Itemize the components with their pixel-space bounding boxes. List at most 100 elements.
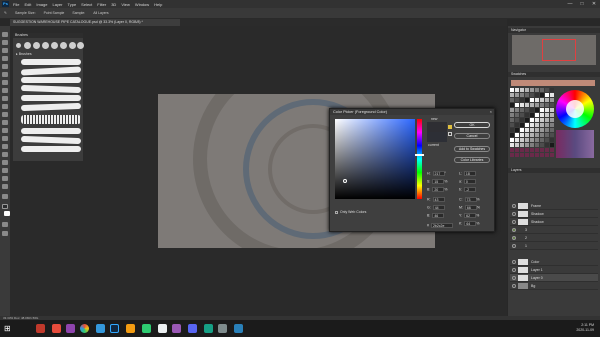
swatch[interactable] xyxy=(520,88,524,92)
swatch[interactable] xyxy=(550,123,554,127)
swatch[interactable] xyxy=(520,93,524,97)
layer-row[interactable]: Bg xyxy=(510,282,598,290)
visibility-eye-icon[interactable] xyxy=(512,244,516,249)
brush-tip[interactable] xyxy=(33,42,40,49)
swatch[interactable] xyxy=(525,108,529,112)
swatch[interactable] xyxy=(530,143,534,147)
layer-row-selected[interactable]: Layer 0 xyxy=(510,274,598,282)
taskbar-app-icon[interactable] xyxy=(66,324,75,333)
taskbar-app-icon[interactable] xyxy=(96,324,105,333)
layer-row[interactable]: Shadow xyxy=(510,218,598,226)
brushes-folder[interactable]: ▸ Brushes xyxy=(16,52,32,56)
layer-row[interactable]: 3 xyxy=(510,226,598,234)
visibility-eye-icon[interactable] xyxy=(512,212,516,217)
swatch[interactable] xyxy=(515,143,519,147)
marquee-tool-icon[interactable] xyxy=(2,40,8,45)
swatch[interactable] xyxy=(545,118,549,122)
current-color-preview[interactable] xyxy=(427,132,447,142)
layer-row[interactable]: Layer 1 xyxy=(510,266,598,274)
pen-tool-icon[interactable] xyxy=(2,144,8,149)
swatch[interactable] xyxy=(510,143,514,147)
swatch[interactable] xyxy=(540,93,544,97)
swatch[interactable] xyxy=(510,98,514,102)
swatch[interactable] xyxy=(535,138,539,142)
navigator-view-box[interactable] xyxy=(542,39,576,61)
swatch[interactable] xyxy=(520,148,524,152)
swatch[interactable] xyxy=(530,123,534,127)
eyedropper-icon[interactable]: ✎ xyxy=(4,11,7,15)
brush-stroke[interactable] xyxy=(21,77,81,83)
swatch[interactable] xyxy=(515,118,519,122)
brush-stroke[interactable] xyxy=(21,146,81,152)
swatch[interactable] xyxy=(535,123,539,127)
blur-tool-icon[interactable] xyxy=(2,128,8,133)
swatch[interactable] xyxy=(540,138,544,142)
swatch[interactable] xyxy=(540,113,544,117)
dialog-close-icon[interactable]: × xyxy=(490,109,492,114)
swatch[interactable] xyxy=(525,113,529,117)
swatch[interactable] xyxy=(540,108,544,112)
swatch[interactable] xyxy=(520,128,524,132)
visibility-eye-icon[interactable] xyxy=(512,260,516,265)
quick-select-tool-icon[interactable] xyxy=(2,56,8,61)
swatch[interactable] xyxy=(530,93,534,97)
color-picker-cursor[interactable] xyxy=(343,179,347,183)
brush-stroke[interactable] xyxy=(21,115,81,124)
swatch[interactable] xyxy=(515,113,519,117)
swatch[interactable] xyxy=(545,138,549,142)
swatch[interactable] xyxy=(515,123,519,127)
visibility-eye-icon[interactable] xyxy=(512,284,516,289)
crop-tool-icon[interactable] xyxy=(2,64,8,69)
swatch[interactable] xyxy=(510,133,514,137)
swatch[interactable] xyxy=(530,98,534,102)
swatch[interactable] xyxy=(515,103,519,107)
swatch[interactable] xyxy=(550,143,554,147)
hand-tool-icon[interactable] xyxy=(2,176,8,181)
taskbar-app-icon[interactable] xyxy=(204,324,213,333)
swatch[interactable] xyxy=(550,148,554,152)
brush-stroke[interactable] xyxy=(21,95,81,101)
brush-tip[interactable] xyxy=(60,42,67,49)
swatch[interactable] xyxy=(550,113,554,117)
swatch[interactable] xyxy=(550,118,554,122)
menu-window[interactable]: Window xyxy=(135,2,149,7)
visibility-eye-icon[interactable] xyxy=(512,268,516,273)
swatch[interactable] xyxy=(550,93,554,97)
document-tab[interactable]: SUGGESTION WAREHOUSE PIPE CATALOGUE.psd … xyxy=(10,19,180,26)
swatch[interactable] xyxy=(540,88,544,92)
taskbar-app-icon[interactable] xyxy=(188,324,197,333)
menu-type[interactable]: Type xyxy=(68,2,77,7)
swatch[interactable] xyxy=(520,98,524,102)
swatch[interactable] xyxy=(520,143,524,147)
swatch[interactable] xyxy=(520,123,524,127)
only-web-colors-checkbox[interactable]: Only Web Colors xyxy=(335,210,366,214)
swatch[interactable] xyxy=(550,138,554,142)
swatch[interactable] xyxy=(525,93,529,97)
swatch[interactable] xyxy=(525,143,529,147)
path-select-tool-icon[interactable] xyxy=(2,160,8,165)
swatch[interactable] xyxy=(535,113,539,117)
menu-image[interactable]: Image xyxy=(36,2,47,7)
swatch[interactable] xyxy=(525,153,529,157)
brush-tip[interactable] xyxy=(77,42,84,49)
swatch[interactable] xyxy=(530,118,534,122)
menu-file[interactable]: File xyxy=(13,2,19,7)
color-libraries-button[interactable]: Color Libraries xyxy=(454,157,490,163)
healing-tool-icon[interactable] xyxy=(2,80,8,85)
swatch[interactable] xyxy=(525,138,529,142)
swatch[interactable] xyxy=(530,103,534,107)
type-tool-icon[interactable] xyxy=(2,152,8,157)
swatch[interactable] xyxy=(510,103,514,107)
swatch-strip[interactable] xyxy=(556,130,594,158)
move-tool-icon[interactable] xyxy=(2,32,8,37)
brush-stroke[interactable] xyxy=(21,59,81,65)
history-brush-tool-icon[interactable] xyxy=(2,104,8,109)
swatch[interactable] xyxy=(540,153,544,157)
swatch[interactable] xyxy=(550,153,554,157)
windows-start-icon[interactable]: ⊞ xyxy=(4,324,13,333)
brush-tip[interactable] xyxy=(69,42,76,49)
dodge-tool-icon[interactable] xyxy=(2,136,8,141)
swatch[interactable] xyxy=(525,148,529,152)
swatch[interactable] xyxy=(545,108,549,112)
swatch[interactable] xyxy=(545,148,549,152)
